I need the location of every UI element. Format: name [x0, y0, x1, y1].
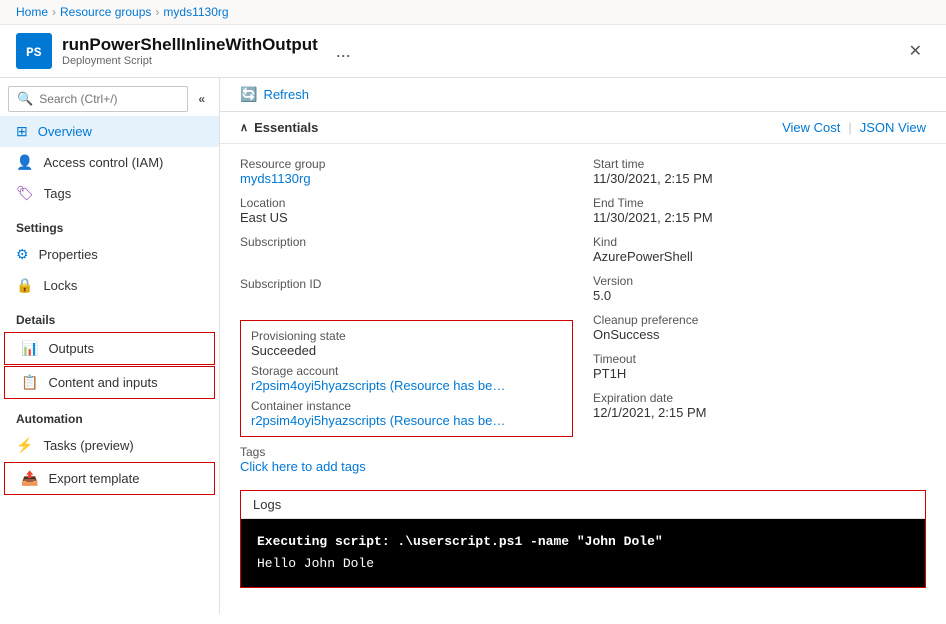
- tags-link[interactable]: Click here to add tags: [240, 459, 573, 474]
- svg-text:PS: PS: [26, 45, 42, 60]
- chevron-up-icon: ∧: [240, 121, 248, 134]
- page-title: runPowerShellInlineWithOutput: [62, 35, 318, 55]
- field-label: Expiration date: [593, 391, 926, 405]
- field-label: Kind: [593, 235, 926, 249]
- field-value: East US: [240, 210, 573, 225]
- field-value: [240, 291, 573, 309]
- overview-icon: ⊞: [16, 123, 28, 140]
- field-label: Version: [593, 274, 926, 288]
- log-line-2: Hello John Dole: [257, 553, 909, 575]
- export-icon: 📤: [21, 470, 38, 487]
- provisioning-state-label: Provisioning state: [251, 329, 562, 343]
- container-label: Container instance: [251, 399, 562, 413]
- field-label: Cleanup preference: [593, 313, 926, 327]
- field-label: Subscription: [240, 235, 573, 249]
- tasks-icon: ⚡: [16, 437, 33, 454]
- field-label: Subscription ID: [240, 277, 573, 291]
- sidebar-item-outputs[interactable]: 📊 Outputs: [4, 332, 215, 365]
- field-cleanup: Cleanup preference OnSuccess: [593, 308, 926, 347]
- logs-section: Logs Executing script: .\userscript.ps1 …: [240, 490, 926, 588]
- field-end-time: End Time 11/30/2021, 2:15 PM: [593, 191, 926, 230]
- json-view-link[interactable]: JSON View: [860, 120, 926, 135]
- field-storage-account: Storage account r2psim4oyi5hyazscripts (…: [251, 364, 562, 399]
- field-value: 5.0: [593, 288, 926, 303]
- field-location: Location East US: [240, 191, 573, 230]
- breadcrumb-home[interactable]: Home: [16, 5, 48, 19]
- logs-header: Logs: [241, 491, 925, 519]
- provisioning-section: Provisioning state Succeeded Storage acc…: [240, 320, 573, 437]
- field-provisioning-state: Provisioning state Succeeded: [251, 329, 562, 364]
- field-value: AzurePowerShell: [593, 249, 926, 264]
- divider: |: [848, 120, 851, 135]
- search-box[interactable]: 🔍: [8, 86, 188, 112]
- log-line-1: Executing script: .\userscript.ps1 -name…: [257, 531, 909, 553]
- sidebar-item-iam[interactable]: 👤 Access control (IAM): [0, 147, 219, 178]
- field-tags: Tags Click here to add tags: [240, 437, 573, 478]
- breadcrumb-resource-groups[interactable]: Resource groups: [60, 5, 151, 19]
- field-start-time: Start time 11/30/2021, 2:15 PM: [593, 152, 926, 191]
- locks-icon: 🔒: [16, 277, 33, 294]
- breadcrumb-sep1: ›: [52, 5, 56, 19]
- refresh-button[interactable]: 🔄 Refresh: [240, 86, 309, 103]
- field-label: Timeout: [593, 352, 926, 366]
- field-expiration: Expiration date 12/1/2021, 2:15 PM: [593, 386, 926, 425]
- sidebar-item-locks[interactable]: 🔒 Locks: [0, 270, 219, 301]
- more-options-button[interactable]: ...: [328, 39, 359, 64]
- sidebar-item-properties[interactable]: ⚙ Properties: [0, 239, 219, 270]
- storage-account-value[interactable]: r2psim4oyi5hyazscripts (Resource has bee…: [251, 378, 511, 393]
- properties-icon: ⚙: [16, 246, 29, 263]
- container-value[interactable]: r2psim4oyi5hyazscripts (Resource has bee…: [251, 413, 511, 428]
- field-value: PT1H: [593, 366, 926, 381]
- storage-account-label: Storage account: [251, 364, 562, 378]
- field-value: 12/1/2021, 2:15 PM: [593, 405, 926, 420]
- field-container: Container instance r2psim4oyi5hyazscript…: [251, 399, 562, 428]
- content-area: 🔄 Refresh ∧ Essentials View Cost | JSON …: [220, 78, 946, 614]
- field-label: Start time: [593, 157, 926, 171]
- field-kind: Kind AzurePowerShell: [593, 230, 926, 269]
- sidebar-item-content-inputs[interactable]: 📋 Content and inputs: [4, 366, 215, 399]
- field-label: Resource group: [240, 157, 573, 171]
- essentials-toggle[interactable]: ∧ Essentials: [240, 120, 318, 135]
- powershell-icon: PS: [23, 40, 45, 62]
- breadcrumb-sep2: ›: [155, 5, 159, 19]
- outputs-icon: 📊: [21, 340, 38, 357]
- field-timeout: Timeout PT1H: [593, 347, 926, 386]
- sidebar-item-overview[interactable]: ⊞ Overview: [0, 116, 219, 147]
- field-value: 11/30/2021, 2:15 PM: [593, 171, 926, 186]
- close-button[interactable]: ✕: [901, 37, 930, 65]
- iam-icon: 👤: [16, 154, 33, 171]
- refresh-icon: 🔄: [240, 86, 257, 103]
- field-label: Location: [240, 196, 573, 210]
- field-value: OnSuccess: [593, 327, 926, 342]
- search-input[interactable]: [39, 92, 179, 106]
- sidebar-item-export[interactable]: 📤 Export template: [4, 462, 215, 495]
- field-version: Version 5.0: [593, 269, 926, 308]
- field-subscription-id: Subscription ID: [240, 272, 573, 314]
- field-subscription: Subscription: [240, 230, 573, 272]
- collapse-sidebar-button[interactable]: «: [192, 88, 211, 110]
- app-icon: PS: [16, 33, 52, 69]
- field-resource-group: Resource group myds1130rg: [240, 152, 573, 191]
- field-label: End Time: [593, 196, 926, 210]
- sidebar-item-tags[interactable]: 🏷 Tags: [0, 178, 219, 209]
- settings-section-label: Settings: [0, 209, 219, 239]
- search-icon: 🔍: [17, 91, 33, 107]
- field-value: 11/30/2021, 2:15 PM: [593, 210, 926, 225]
- details-section-label: Details: [0, 301, 219, 331]
- field-value: [240, 249, 573, 267]
- sidebar-item-tasks[interactable]: ⚡ Tasks (preview): [0, 430, 219, 461]
- field-value[interactable]: myds1130rg: [240, 171, 573, 186]
- automation-section-label: Automation: [0, 400, 219, 430]
- title-block: runPowerShellInlineWithOutput Deployment…: [62, 35, 318, 67]
- content-inputs-icon: 📋: [21, 374, 38, 391]
- page-subtitle: Deployment Script: [62, 55, 318, 67]
- logs-body: Executing script: .\userscript.ps1 -name…: [241, 519, 925, 587]
- breadcrumb-current[interactable]: myds1130rg: [163, 5, 228, 19]
- provisioning-state-value: Succeeded: [251, 343, 562, 358]
- tags-label: Tags: [240, 445, 573, 459]
- tags-icon: 🏷: [16, 185, 34, 202]
- sidebar: 🔍 « ⊞ Overview 👤 Access control (IAM) 🏷 …: [0, 78, 220, 614]
- view-cost-link[interactable]: View Cost: [782, 120, 840, 135]
